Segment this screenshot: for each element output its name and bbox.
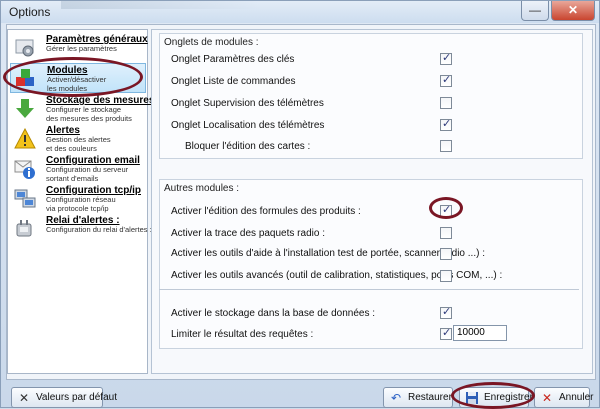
- menu-item-general-settings[interactable]: Paramètres généraux Gérer les paramètres: [10, 33, 148, 63]
- limit-results-checkbox[interactable]: [440, 326, 452, 340]
- option-label: Activer les outils d'aide à l'installati…: [171, 248, 485, 259]
- modules-blocks-icon: [16, 69, 34, 86]
- menu-item-desc: Gérer les paramètres: [46, 44, 117, 53]
- menu-item-measure-storage[interactable]: Stockage des mesures Configurer le stock…: [10, 94, 154, 124]
- menu-item-tcpip-config[interactable]: Configuration tcp/ip Configuration résea…: [10, 184, 146, 214]
- menu-item-desc: Gestion des alertes et des couleurs: [46, 135, 111, 153]
- settings-gear-icon: [15, 39, 34, 57]
- keys-params-tab-checkbox[interactable]: [440, 51, 452, 65]
- x-icon: ✕: [18, 391, 30, 405]
- radio-trace-checkbox[interactable]: [440, 227, 452, 239]
- window-title: Options: [9, 5, 51, 19]
- option-label: Onglet Paramètres des clés: [171, 54, 295, 65]
- restore-button[interactable]: ↶ Restaurer: [383, 387, 453, 408]
- option-label: Onglet Liste de commandes: [171, 76, 296, 87]
- database-storage-checkbox[interactable]: [440, 305, 452, 319]
- limit-results-input[interactable]: 10000: [453, 325, 507, 341]
- menu-item-alerts[interactable]: Alertes Gestion des alertes et des couleu…: [10, 124, 146, 154]
- other-modules-group: Autres modules :: [159, 179, 583, 349]
- relay-icon: [16, 220, 32, 237]
- option-label: Onglet Supervision des télémètres: [171, 98, 324, 109]
- menu-item-desc: Configuration du serveur sortant d'emails: [46, 165, 129, 183]
- download-storage-icon: [16, 99, 34, 118]
- option-label: Bloquer l'édition des cartes :: [185, 141, 311, 152]
- formula-edit-checkbox[interactable]: [440, 203, 452, 217]
- options-window: Options — ✕ Paramètres généraux Gérer le…: [0, 0, 600, 409]
- options-menu: Paramètres généraux Gérer les paramètres…: [7, 29, 154, 374]
- option-label: Activer l'édition des formules des produ…: [171, 206, 361, 217]
- option-label: Activer la trace des paquets radio :: [171, 228, 325, 239]
- floppy-disk-icon: [466, 392, 478, 404]
- option-label: Limiter le résultat des requêtes :: [171, 329, 314, 340]
- menu-item-desc: Configuration réseau via protocole tcp/ip: [46, 195, 116, 213]
- lock-map-edit-checkbox[interactable]: [440, 140, 452, 152]
- localisation-tab-checkbox[interactable]: [440, 117, 452, 131]
- red-x-icon: ✕: [541, 391, 553, 405]
- advanced-tools-checkbox[interactable]: [440, 270, 452, 282]
- email-info-icon: [14, 160, 35, 179]
- default-values-button[interactable]: ✕ Valeurs par défaut: [11, 387, 117, 408]
- menu-item-desc: Configurer le stockage des mesures des pr…: [46, 105, 132, 123]
- save-button[interactable]: Enregistrer: [459, 387, 533, 408]
- minimize-button[interactable]: —: [521, 1, 549, 21]
- supervision-tab-checkbox[interactable]: [440, 97, 452, 109]
- close-button[interactable]: ✕: [551, 1, 595, 21]
- option-label: Activer le stockage dans la base de donn…: [171, 308, 376, 319]
- menu-item-email-config[interactable]: Configuration email Configuration du ser…: [10, 154, 146, 184]
- menu-item-desc: Configuration du relai d'alertes :: [46, 225, 152, 234]
- option-label: Onglet Localisation des télémètres: [171, 120, 325, 131]
- network-icon: [14, 189, 36, 208]
- background-window-strip: [61, 1, 261, 9]
- cancel-button[interactable]: ✕ Annuler: [534, 387, 593, 408]
- menu-item-modules[interactable]: Modules Activer/désactiver les modules: [10, 63, 146, 93]
- install-tools-checkbox[interactable]: [440, 248, 452, 260]
- menu-item-desc: Activer/désactiver les modules: [47, 75, 107, 93]
- warning-icon: [14, 128, 36, 149]
- separator-line: [159, 289, 579, 290]
- group-title: Autres modules :: [164, 183, 240, 194]
- title-bar[interactable]: Options — ✕: [1, 1, 599, 23]
- option-label: Activer les outils avancés (outil de cal…: [171, 270, 503, 281]
- group-title: Onglets de modules :: [164, 37, 259, 48]
- menu-item-alert-relay[interactable]: Relai d'alertes : Configuration du relai…: [10, 214, 152, 244]
- orders-list-tab-checkbox[interactable]: [440, 73, 452, 87]
- undo-icon: ↶: [390, 391, 402, 405]
